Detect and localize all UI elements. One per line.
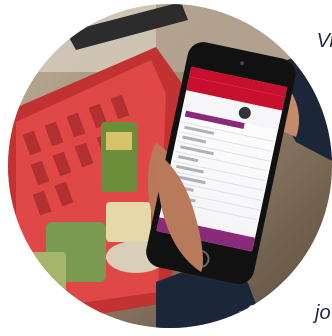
overflow-text-top: Vi [316, 30, 332, 52]
photo-circle: Foto: ICAS sig Gow/TT [6, 2, 332, 333]
overflow-text-bottom: jo [315, 302, 331, 324]
